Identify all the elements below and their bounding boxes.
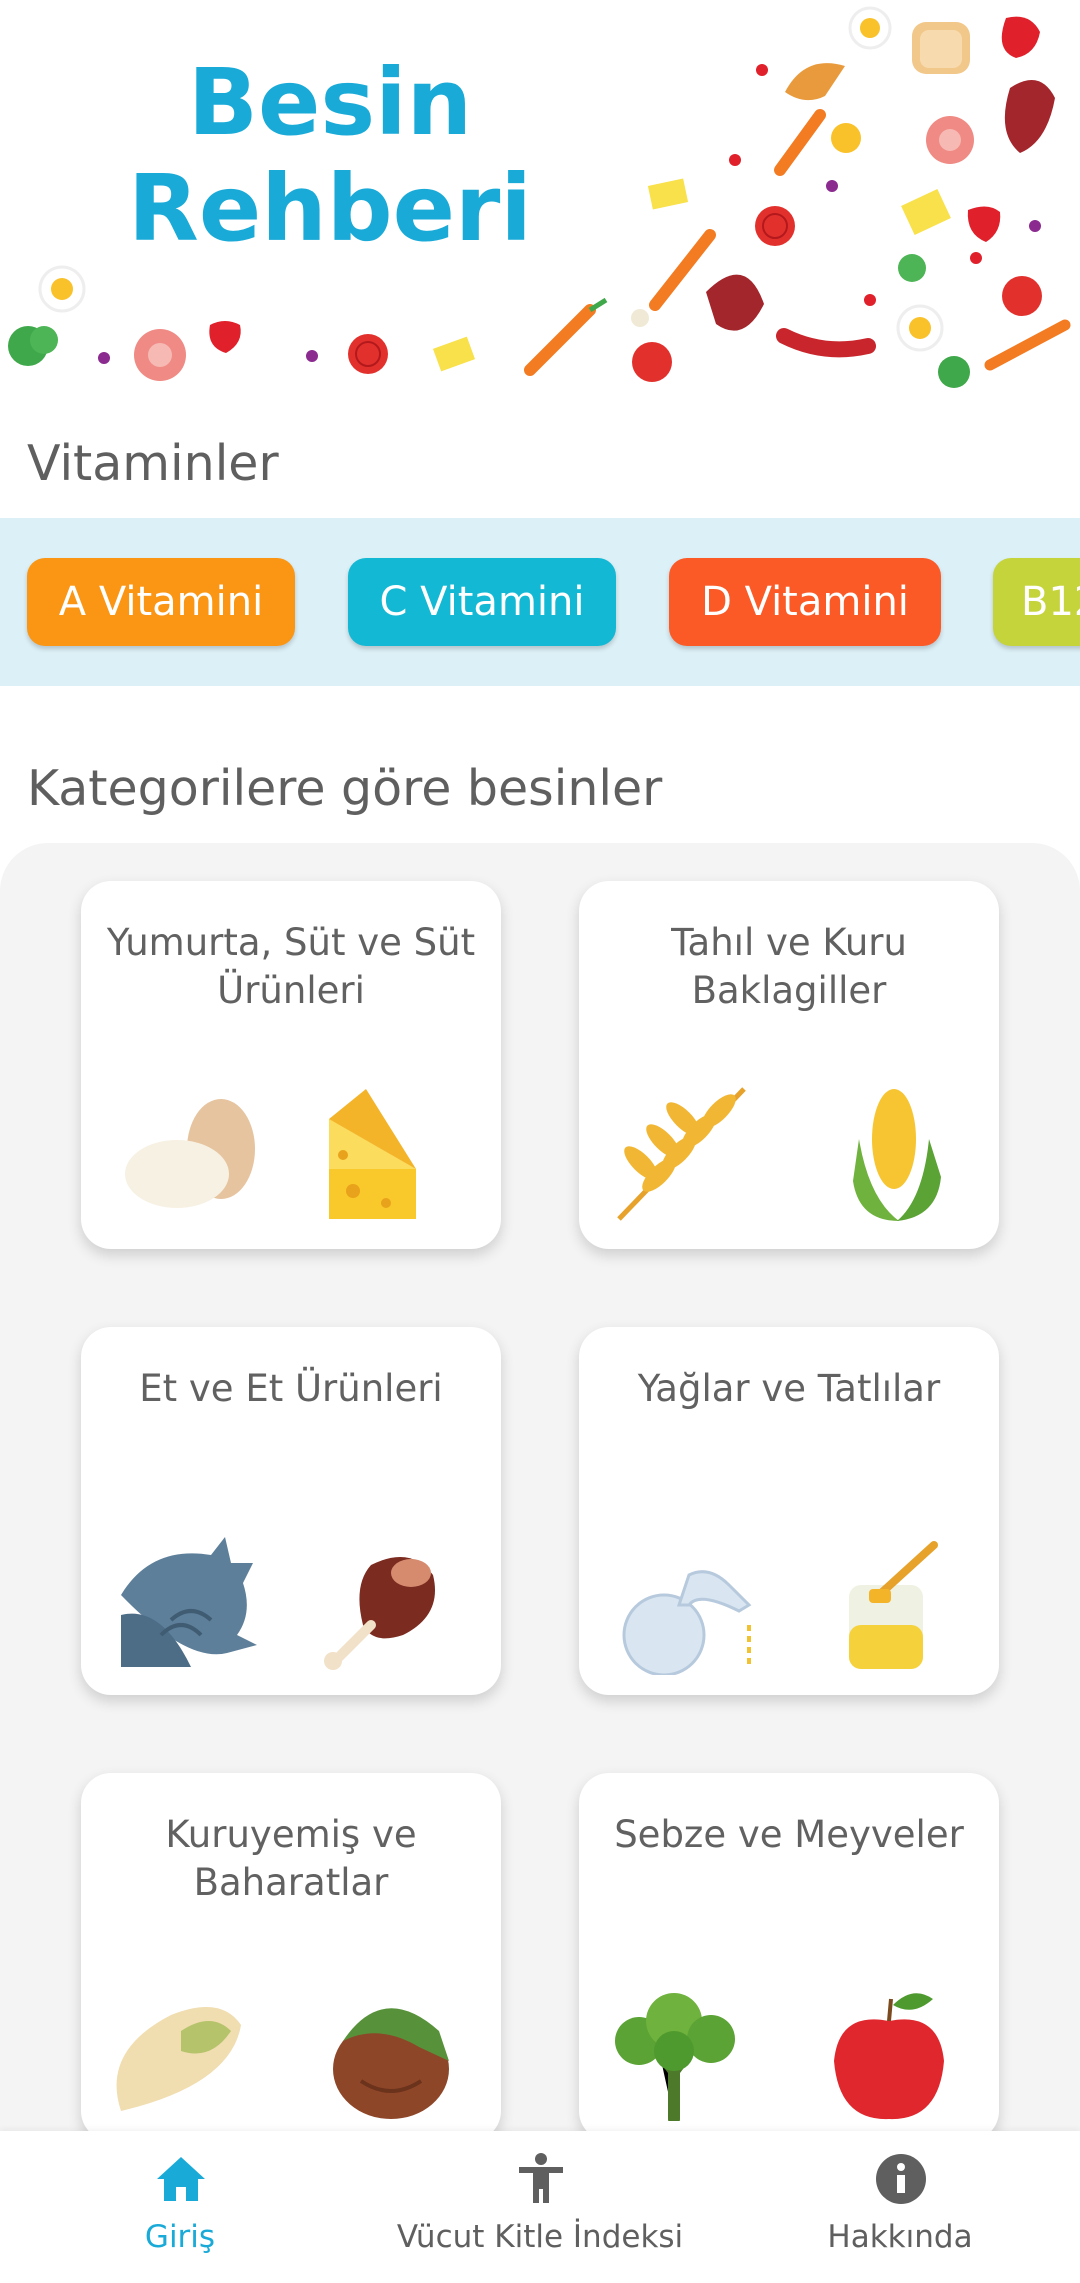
- meat-leg-icon: [324, 1557, 435, 1670]
- category-card-oils-sweets[interactable]: Yağlar ve Tatlılar: [579, 1327, 999, 1695]
- bottom-navigation: Giriş Vücut Kitle İndeksi Hakkında: [0, 2131, 1080, 2283]
- card-art: [121, 1537, 435, 1670]
- corn-icon: [853, 1089, 941, 1221]
- category-card-dairy[interactable]: Yumurta, Süt ve Süt Ürünleri: [81, 881, 501, 1249]
- vitamins-heading: Vitaminler: [27, 435, 279, 492]
- card-art: [617, 1087, 941, 1221]
- nav-bmi[interactable]: Vücut Kitle İndeksi: [360, 2131, 720, 2283]
- nav-bmi-label: Vücut Kitle İndeksi: [396, 2219, 684, 2255]
- vitamin-chip-d[interactable]: D Vitamini: [669, 558, 941, 646]
- card-art: [615, 1993, 944, 2121]
- vitamin-chip-a[interactable]: A Vitamini: [27, 558, 295, 646]
- nav-home[interactable]: Giriş: [0, 2131, 360, 2283]
- apple-icon: [834, 1993, 944, 2120]
- fish-icon: [121, 1537, 257, 1667]
- category-title: Yağlar ve Tatlılar: [637, 1367, 941, 1410]
- home-icon: [157, 2157, 205, 2201]
- categories-panel: Yumurta, Süt ve Süt Ürünleri Tahıl ve Ku…: [0, 843, 1080, 2141]
- egg-icon: [125, 1099, 255, 1208]
- nav-about[interactable]: Hakkında: [720, 2131, 1080, 2283]
- category-card-nuts-spices[interactable]: Kuruyemiş ve Baharatlar: [81, 1773, 501, 2141]
- category-card-vegetables-fruits[interactable]: Sebze ve Meyveler: [579, 1773, 999, 2141]
- oil-jug-icon: [622, 1570, 752, 1675]
- category-card-meat[interactable]: Et ve Et Ürünleri: [81, 1327, 501, 1695]
- card-art: [125, 1089, 416, 1219]
- card-art: [116, 2007, 449, 2119]
- broccoli-icon: [615, 1993, 735, 2121]
- card-art: [622, 1541, 938, 1675]
- wheat-icon: [617, 1087, 746, 1221]
- header-banner: Besin Rehberi: [0, 0, 1080, 400]
- categories-heading: Kategorilere göre besinler: [27, 760, 663, 817]
- category-title: Yumurta, Süt ve Süt Ürünleri: [106, 921, 476, 1012]
- category-card-grains[interactable]: Tahıl ve Kuru Baklagiller: [579, 881, 999, 1249]
- food-illustration: [8, 6, 1071, 388]
- pistachio-icon: [116, 2007, 241, 2111]
- vitamin-chip-b12[interactable]: B12: [993, 558, 1080, 646]
- honey-jar-icon: [849, 1541, 938, 1669]
- vitamin-chip-c[interactable]: C Vitamini: [348, 558, 616, 646]
- category-title: Sebze ve Meyveler: [614, 1813, 964, 1856]
- info-icon: [876, 2154, 926, 2204]
- hazelnut-icon: [333, 2008, 449, 2119]
- vitamins-carousel[interactable]: A Vitamini C Vitamini D Vitamini B12: [0, 518, 1080, 686]
- nav-about-label: Hakkında: [827, 2219, 973, 2255]
- category-title: Kuruyemiş ve Baharatlar: [165, 1813, 417, 1904]
- cheese-icon: [329, 1089, 416, 1219]
- category-title: Et ve Et Ürünleri: [139, 1367, 443, 1410]
- nav-home-label: Giriş: [144, 2219, 216, 2255]
- person-icon: [519, 2153, 563, 2203]
- category-title: Tahıl ve Kuru Baklagiller: [671, 921, 907, 1012]
